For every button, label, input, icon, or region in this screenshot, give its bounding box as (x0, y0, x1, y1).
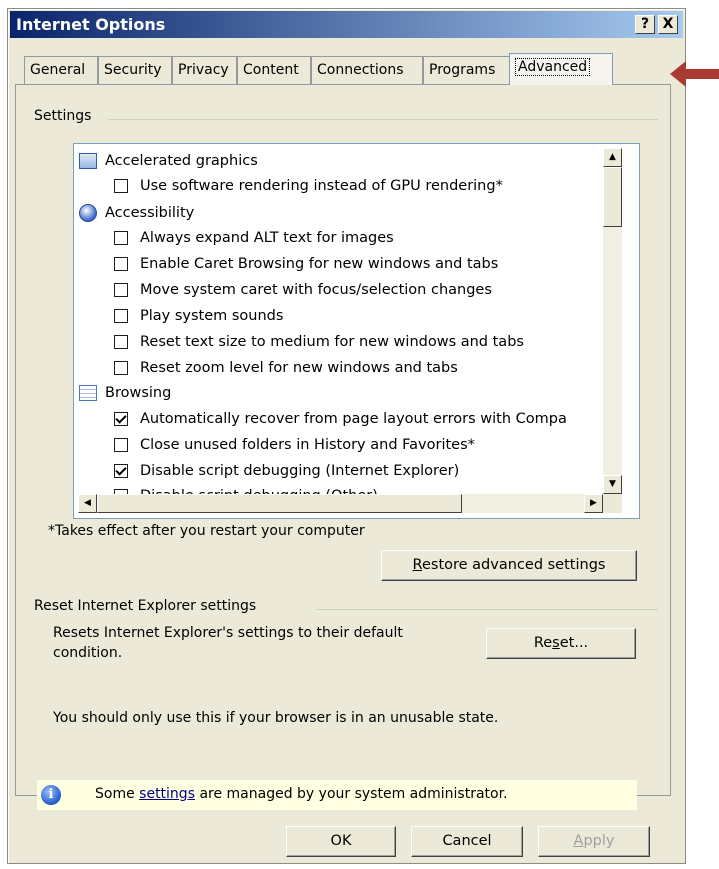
graphics-icon (79, 153, 97, 169)
managed-settings-infobar: i Some settings are managed by your syst… (37, 780, 637, 810)
category-label: Browsing (105, 385, 172, 401)
help-button[interactable]: ? (635, 15, 655, 34)
tab-content[interactable]: Content (237, 56, 311, 84)
tab-security[interactable]: Security (98, 56, 172, 84)
tab-connections[interactable]: Connections (311, 56, 423, 84)
checkbox-checked[interactable] (114, 464, 128, 478)
checkbox-label[interactable]: Close unused folders in History and Favo… (140, 432, 475, 458)
scroll-up-icon[interactable]: ▲ (603, 148, 622, 167)
infobar-suffix: are managed by your system administrator… (195, 786, 508, 802)
settings-group-label: Settings (34, 108, 92, 124)
tab-advanced-label: Advanced (515, 58, 591, 76)
button-accel: R (412, 557, 422, 573)
scrollbar-corner (603, 494, 622, 513)
checkbox[interactable] (114, 257, 128, 271)
settings-group-divider (108, 119, 658, 120)
restart-note: *Takes effect after you restart your com… (48, 523, 365, 539)
checkbox-label[interactable]: Disable script debugging (Internet Explo… (140, 458, 459, 484)
cancel-button[interactable]: Cancel (411, 826, 523, 857)
browsing-icon (79, 385, 97, 401)
ok-button[interactable]: OK (286, 826, 396, 857)
checkbox-label[interactable]: Move system caret with focus/selection c… (140, 277, 492, 303)
settings-link[interactable]: settings (139, 786, 195, 802)
checkbox[interactable] (114, 335, 128, 349)
accessibility-icon (79, 204, 97, 222)
button-accel: A (573, 833, 584, 849)
checkbox-label[interactable]: Reset text size to medium for new window… (140, 329, 524, 355)
vertical-scroll-thumb[interactable] (603, 167, 622, 227)
apply-button[interactable]: Apply (538, 826, 650, 857)
checkbox[interactable] (114, 438, 128, 452)
checkbox[interactable] (114, 179, 128, 193)
checkbox-label[interactable]: Always expand ALT text for images (140, 225, 394, 251)
category-label: Accessibility (105, 205, 195, 221)
reset-description: Resets Internet Explorer's settings to t… (53, 625, 403, 661)
tab-general[interactable]: General (24, 56, 98, 84)
checkbox[interactable] (114, 283, 128, 297)
close-button[interactable]: X (658, 15, 678, 34)
checkbox-label[interactable]: Automatically recover from page layout e… (140, 406, 567, 432)
annotation-arrow-icon (670, 61, 719, 87)
button-text: pply (583, 833, 615, 849)
horizontal-scroll-thumb[interactable] (97, 494, 462, 513)
info-icon: i (41, 785, 61, 805)
scroll-left-icon[interactable]: ◀ (78, 494, 97, 513)
reset-warning: You should only use this if your browser… (53, 710, 499, 726)
checkbox-label[interactable]: Enable Caret Browsing for new windows an… (140, 251, 498, 277)
checkbox-label[interactable]: Play system sounds (140, 303, 283, 329)
checkbox[interactable] (114, 361, 128, 375)
advanced-settings-list[interactable]: Accelerated graphics Use software render… (73, 143, 640, 519)
button-accel: s (552, 635, 560, 651)
checkbox[interactable] (114, 231, 128, 245)
reset-button[interactable]: Reset... (486, 628, 636, 659)
tab-advanced[interactable]: Advanced (509, 53, 613, 85)
window-title: Internet Options (16, 15, 166, 34)
category-label: Accelerated graphics (105, 153, 258, 169)
title-bar[interactable]: Internet Options ? X (10, 11, 683, 38)
checkbox-label[interactable]: Use software rendering instead of GPU re… (140, 173, 503, 199)
restore-advanced-settings-button[interactable]: Restore advanced settings (381, 550, 637, 581)
infobar-prefix: Some (95, 786, 140, 802)
button-text: estore advanced settings (421, 557, 606, 573)
tab-privacy[interactable]: Privacy (172, 56, 237, 84)
reset-group-label: Reset Internet Explorer settings (34, 598, 257, 614)
button-text: Re (533, 635, 553, 651)
scroll-right-icon[interactable]: ▶ (584, 494, 603, 513)
checkbox[interactable] (114, 309, 128, 323)
button-text: et... (559, 635, 589, 651)
checkbox-label[interactable]: Reset zoom level for new windows and tab… (140, 355, 458, 381)
tab-programs[interactable]: Programs (423, 56, 512, 84)
checkbox-checked[interactable] (114, 412, 128, 426)
reset-group-divider (316, 609, 658, 610)
infobar-text: Some settings are managed by your system… (95, 786, 508, 802)
scroll-down-icon[interactable]: ▼ (603, 475, 622, 494)
